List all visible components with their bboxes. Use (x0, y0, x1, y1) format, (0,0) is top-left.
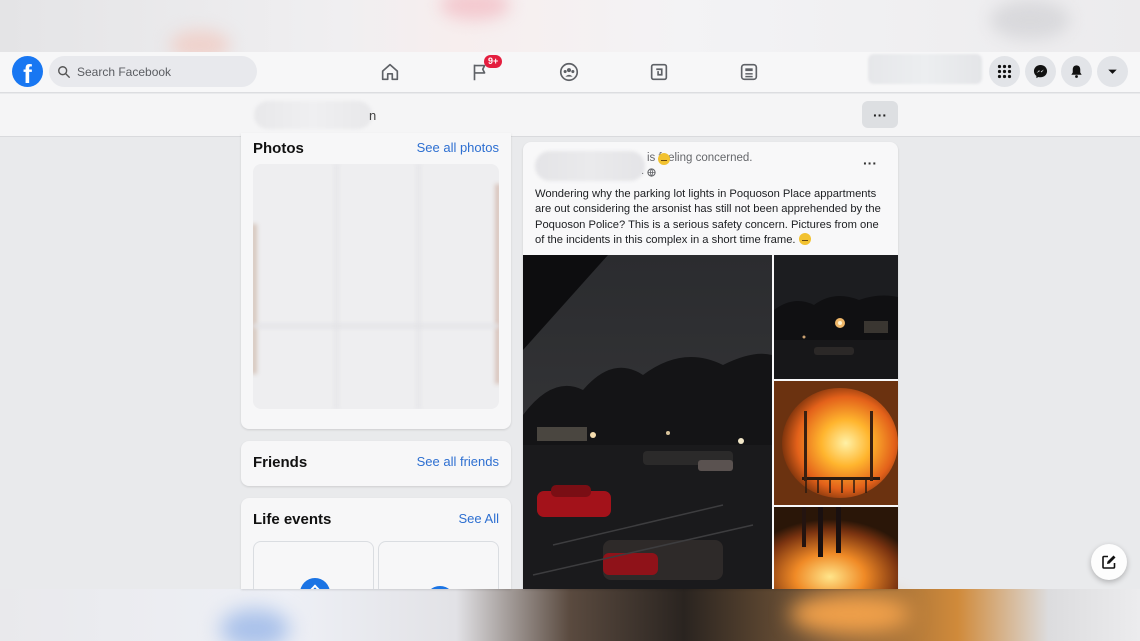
life-events-card: Life events See All (241, 498, 511, 589)
fire-balcony-illustration (774, 381, 898, 505)
blurred-bottom-band (0, 589, 1140, 641)
top-navigation-bar: f 9+ (0, 52, 1140, 93)
gaming-icon (650, 63, 668, 81)
post-more-button[interactable]: ··· (863, 155, 877, 171)
search-input[interactable] (77, 64, 247, 79)
news-icon (740, 63, 758, 81)
photos-grid[interactable] (253, 164, 499, 409)
life-event-icon (300, 578, 330, 589)
chevron-down-icon (1108, 69, 1117, 74)
profile-name[interactable]: n (369, 108, 376, 123)
fire-close-illustration (774, 507, 898, 589)
messenger-button[interactable] (1025, 56, 1056, 87)
post-timestamp[interactable]: · (641, 168, 656, 179)
blurred-photo-edge (417, 164, 420, 409)
life-event-tile[interactable] (378, 541, 499, 589)
night-building-photo[interactable] (774, 255, 898, 379)
parking-lot-night-photo[interactable] (523, 255, 772, 589)
compose-icon (1102, 555, 1116, 569)
blurred-photo-edge (495, 184, 499, 384)
groups-tab[interactable] (556, 59, 582, 85)
notification-badge: 9+ (484, 55, 503, 68)
see-all-life-events-link[interactable]: See All (459, 511, 499, 526)
profile-header-bar: n ··· (0, 94, 1140, 137)
search-box[interactable] (49, 56, 257, 87)
fire-balcony-photo[interactable] (774, 381, 898, 505)
profile-avatar[interactable] (254, 101, 372, 129)
photos-title[interactable]: Photos (253, 140, 304, 157)
globe-icon (647, 168, 656, 177)
blurred-photo-edge (253, 324, 499, 328)
concerned-emoji-icon (658, 153, 670, 165)
groups-icon (559, 62, 579, 82)
blurred-photo-edge (253, 224, 257, 374)
bell-icon (1071, 65, 1082, 78)
blurred-top-band (0, 0, 1140, 60)
blur-blob (440, 0, 510, 20)
parking-lot-night-illustration (523, 255, 772, 589)
facebook-logo[interactable]: f (12, 56, 43, 87)
post-text: Wondering why the parking lot lights in … (535, 187, 890, 248)
life-events-title[interactable]: Life events (253, 511, 331, 528)
notifications-button[interactable] (1061, 56, 1092, 87)
see-all-friends-link[interactable]: See all friends (417, 454, 499, 469)
gaming-tab[interactable] (646, 59, 672, 85)
home-tab[interactable] (377, 59, 403, 85)
life-event-icon (425, 586, 455, 589)
blur-blob (990, 0, 1070, 40)
night-building-illustration (774, 255, 898, 379)
friends-card: Friends See all friends (241, 441, 511, 486)
photos-card: Photos See all photos (241, 133, 511, 429)
post-author-avatar[interactable] (535, 151, 645, 181)
account-profile-link[interactable] (868, 54, 982, 84)
concerned-emoji-icon (798, 232, 811, 245)
see-all-photos-link[interactable]: See all photos (417, 140, 499, 155)
blurred-photo-edge (335, 164, 338, 409)
profile-more-button[interactable]: ··· (862, 101, 898, 128)
grid-menu-icon (997, 64, 1012, 79)
blur-blob (220, 609, 290, 641)
search-icon (58, 65, 70, 78)
news-tab[interactable] (736, 59, 762, 85)
menu-button[interactable] (989, 56, 1020, 87)
messenger-icon (1033, 64, 1048, 79)
account-menu-button[interactable] (1097, 56, 1128, 87)
new-message-button[interactable] (1091, 544, 1127, 580)
fire-close-photo[interactable] (774, 507, 898, 589)
life-event-tile[interactable] (253, 541, 374, 589)
blur-blob (790, 594, 910, 634)
friends-title[interactable]: Friends (253, 454, 307, 471)
post-card: is feeling concerned. · ··· Wondering wh… (523, 142, 898, 589)
home-icon (381, 63, 399, 81)
post-body: Wondering why the parking lot lights in … (535, 188, 881, 246)
